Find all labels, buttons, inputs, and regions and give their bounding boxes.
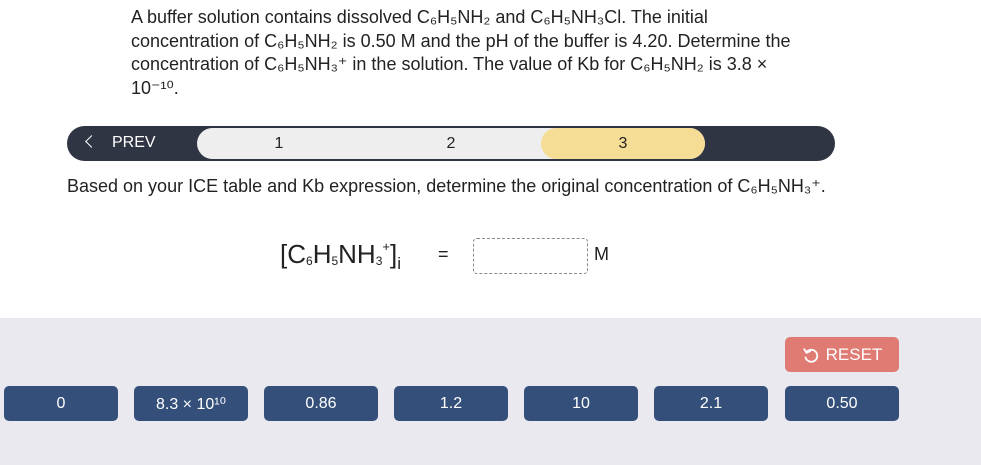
label-sub-3: 3	[375, 253, 383, 268]
label-sup-plus: +	[382, 238, 390, 254]
answer-tile-1-2[interactable]: 1.2	[394, 386, 508, 421]
answer-tile-10[interactable]: 10	[524, 386, 638, 421]
answer-drop-box[interactable]	[473, 238, 588, 274]
unit-label: M	[594, 244, 609, 264]
step-3-active[interactable]: 3	[541, 128, 705, 159]
concentration-label: [C6H5NH3+]i	[280, 239, 401, 274]
answer-tile-8-3e10[interactable]: 8.3 × 10¹⁰	[134, 386, 248, 421]
chevron-left-icon	[85, 135, 98, 148]
step-prompt: Based on your ICE table and Kb expressio…	[67, 176, 826, 196]
step-navigator: PREV 1 2 3	[67, 126, 835, 161]
prev-button[interactable]: PREV	[67, 126, 195, 161]
label-h: H	[312, 238, 332, 269]
answer-tile-0-50[interactable]: 0.50	[785, 386, 899, 421]
step-2[interactable]: 2	[367, 128, 535, 159]
reset-button[interactable]: RESET	[785, 337, 899, 372]
answer-tile-0[interactable]: 0	[4, 386, 118, 421]
answer-equation: [C6H5NH3+]i = M	[280, 238, 609, 274]
label-c: [C	[280, 238, 306, 269]
undo-icon	[802, 347, 818, 363]
prev-button-label: PREV	[112, 134, 156, 151]
label-nh: NH	[338, 238, 376, 269]
step-1[interactable]: 1	[197, 128, 361, 159]
equals-sign: =	[438, 244, 449, 264]
answer-tile-2-1[interactable]: 2.1	[654, 386, 768, 421]
answer-tile-0-86[interactable]: 0.86	[264, 386, 378, 421]
label-sub-6: 6	[306, 253, 313, 268]
step-track: 1 2 3	[197, 128, 705, 159]
question-text: A buffer solution contains dissolved C₆H…	[131, 7, 791, 98]
reset-button-label: RESET	[825, 344, 883, 364]
label-sub-i: i	[397, 253, 402, 273]
